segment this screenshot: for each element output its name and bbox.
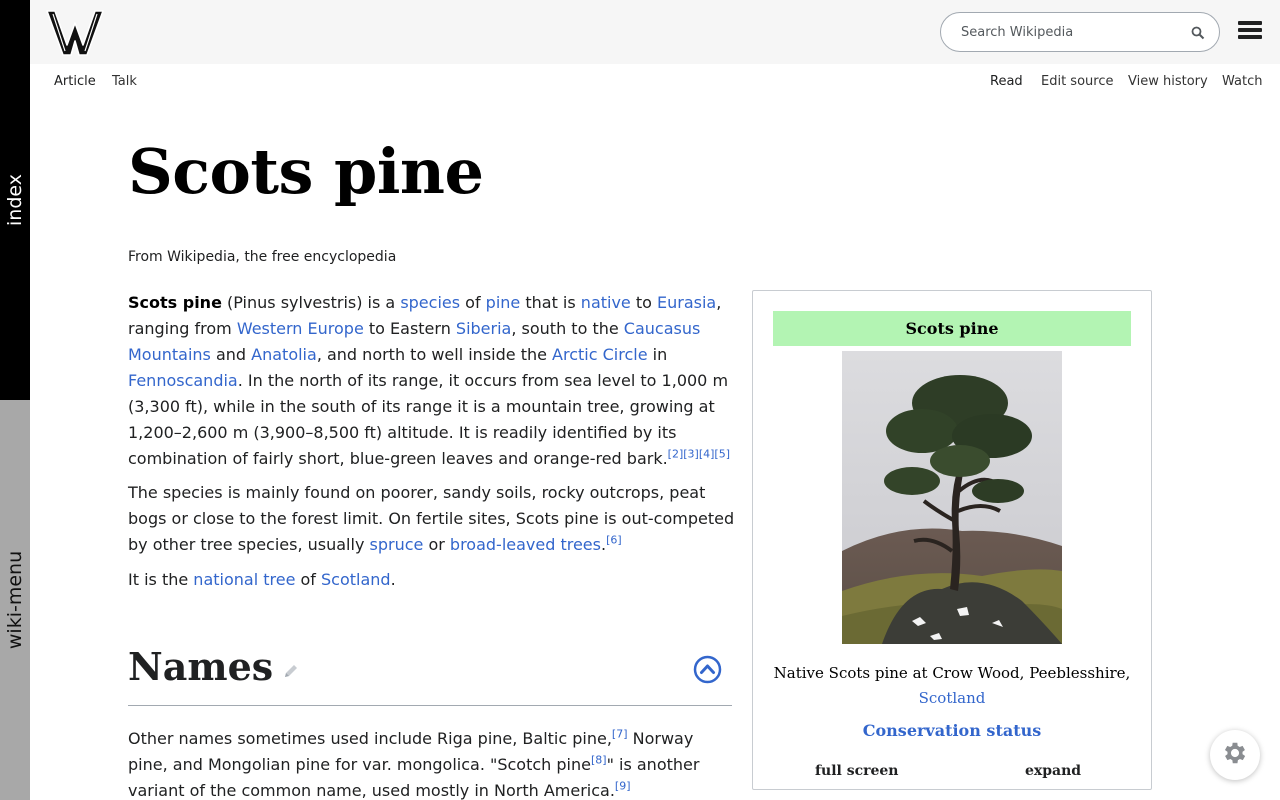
tab-view-history[interactable]: View history (1128, 74, 1208, 89)
search-input[interactable] (961, 22, 1181, 42)
link-species[interactable]: species (400, 293, 460, 312)
search-box (940, 12, 1220, 52)
gear-icon (1221, 739, 1249, 771)
search-icon[interactable] (1191, 25, 1205, 40)
tab-watch[interactable]: Watch (1222, 74, 1262, 89)
infobox-caption: Native Scots pine at Crow Wood, Peebless… (773, 664, 1131, 707)
reference-link[interactable]: [9] (615, 780, 631, 793)
link-scotland-caption[interactable]: Scotland (919, 689, 986, 707)
conservation-status-heading: Conservation status (862, 721, 1042, 740)
section-divider (128, 705, 732, 706)
reference-link[interactable]: [6] (606, 534, 622, 547)
bold-term: Scots pine (128, 293, 222, 312)
chevron-up-icon[interactable] (693, 655, 722, 684)
intro-paragraph-2: The species is mainly found on poorer, s… (128, 483, 735, 554)
tab-talk[interactable]: Talk (112, 74, 137, 89)
tab-edit-source[interactable]: Edit source (1041, 74, 1113, 89)
reference-link[interactable]: [8] (591, 754, 607, 767)
link-national-tree[interactable]: national tree (193, 570, 295, 589)
hamburger-menu-icon[interactable] (1238, 21, 1262, 43)
link-siberia[interactable]: Siberia (456, 319, 511, 338)
intro-paragraph-3: It is the national tree of Scotland. (128, 570, 396, 589)
link-spruce[interactable]: spruce (370, 535, 424, 554)
page-title: Scots pine (128, 135, 484, 208)
names-paragraph: Other names sometimes used include Riga … (128, 727, 700, 800)
full-screen-button[interactable]: full screen (815, 763, 899, 779)
reference-links[interactable]: [2][3][4][5] (668, 448, 730, 461)
sidebar-wiki-menu-label: wiki-menu (4, 550, 26, 650)
sidebar-wiki-menu-tab[interactable]: wiki-menu (0, 400, 30, 800)
pencil-icon[interactable] (281, 661, 301, 681)
header-bar (30, 0, 1280, 64)
section-heading-names: Names (128, 644, 274, 689)
link-broad-leaved-trees[interactable]: broad-leaved trees (450, 535, 601, 554)
page-tagline: From Wikipedia, the free encyclopedia (128, 249, 397, 265)
sidebar-index-tab[interactable]: index (0, 0, 30, 400)
tab-article[interactable]: Article (54, 74, 96, 89)
link-arctic-circle[interactable]: Arctic Circle (552, 345, 648, 364)
link-fennoscandia[interactable]: Fennoscandia (128, 371, 238, 390)
reference-link[interactable]: [7] (612, 728, 628, 741)
infobox-photo[interactable] (842, 351, 1062, 644)
sidebar-index-label: index (4, 174, 27, 226)
link-scotland[interactable]: Scotland (321, 570, 391, 589)
tab-read[interactable]: Read (990, 74, 1023, 89)
infobox: Scots pine Native Scots pine at Crow Woo… (752, 290, 1152, 790)
settings-button[interactable] (1210, 730, 1260, 780)
wikipedia-logo-icon[interactable] (45, 7, 105, 57)
link-eurasia[interactable]: Eurasia (657, 293, 716, 312)
link-anatolia[interactable]: Anatolia (251, 345, 317, 364)
page-tabs: Article Talk Read Edit source View histo… (30, 64, 1280, 100)
link-pine[interactable]: pine (486, 293, 521, 312)
link-native[interactable]: native (581, 293, 631, 312)
link-western-europe[interactable]: Western Europe (237, 319, 364, 338)
intro-paragraph-1: Scots pine (Pinus sylvestris) is a speci… (128, 293, 730, 468)
expand-button[interactable]: expand (1025, 763, 1081, 779)
infobox-title: Scots pine (773, 311, 1131, 346)
